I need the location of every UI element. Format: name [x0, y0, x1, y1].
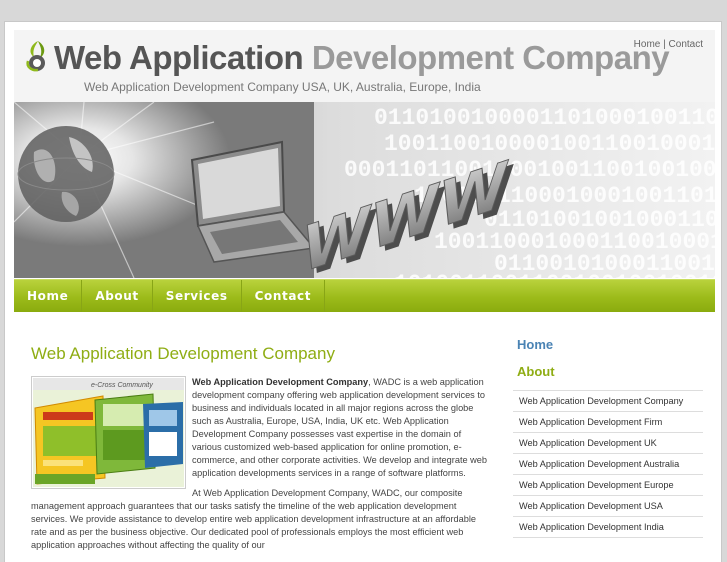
top-link-separator: |: [663, 39, 666, 50]
website-screenshot-thumbnail: e-Cross Community: [31, 376, 186, 489]
binary-row: 0110100100001101000100110: [374, 105, 715, 131]
binary-row: 0001101100100010011001001001: [344, 157, 715, 183]
sidebar-home-link[interactable]: Home: [517, 337, 703, 352]
site-title-primary: Web Application: [54, 39, 304, 76]
top-links: Home | Contact: [634, 39, 703, 50]
header: Web Application Development Company Web …: [14, 30, 715, 278]
intro-paragraph-bold: Web Application Development Company: [192, 377, 369, 387]
sidebar-link-europe[interactable]: Web Application Development Europe: [513, 475, 703, 496]
intro-paragraph-text: , WADC is a web application development …: [192, 377, 488, 478]
main-content: Web Application Development Company e-Cr…: [31, 344, 491, 552]
sidebar-link-australia[interactable]: Web Application Development Australia: [513, 454, 703, 475]
leaf-logo-icon: [26, 41, 45, 72]
page-container: Web Application Development Company Web …: [5, 22, 721, 562]
sidebar-link-company[interactable]: Web Application Development Company: [513, 391, 703, 412]
nav-about[interactable]: About: [82, 280, 153, 312]
nav-home[interactable]: Home: [14, 280, 83, 312]
approach-paragraph: At Web Application Development Company, …: [31, 488, 476, 550]
globe-icon: [17, 126, 115, 222]
sidebar: Home About Web Application Development C…: [513, 337, 703, 538]
main-heading: Web Application Development Company: [31, 344, 335, 363]
hero-banner: 0110100100001101000100110 10011001000010…: [14, 102, 715, 278]
nav-services[interactable]: Services: [153, 280, 242, 312]
site-title-secondary: Development Company: [311, 39, 670, 76]
site-tagline: Web Application Development Company USA,…: [84, 80, 481, 94]
top-link-contact[interactable]: Contact: [669, 39, 703, 50]
sidebar-link-india[interactable]: Web Application Development India: [513, 517, 703, 538]
site-title: Web Application Development Company: [54, 38, 670, 78]
sidebar-about-link[interactable]: About: [517, 364, 703, 379]
main-nav: Home About Services Contact: [14, 279, 715, 312]
sidebar-link-list: Web Application Development Company Web …: [513, 390, 703, 538]
binary-row: 10011001000010011001000110: [384, 131, 715, 157]
sidebar-link-usa[interactable]: Web Application Development USA: [513, 496, 703, 517]
nav-contact[interactable]: Contact: [242, 280, 326, 312]
sidebar-link-uk[interactable]: Web Application Development UK: [513, 433, 703, 454]
binary-row: 1010011001100100100100101: [394, 271, 715, 278]
thumbnail-caption: e-Cross Community: [91, 382, 153, 389]
sidebar-link-firm[interactable]: Web Application Development Firm: [513, 412, 703, 433]
top-link-home[interactable]: Home: [634, 39, 661, 50]
